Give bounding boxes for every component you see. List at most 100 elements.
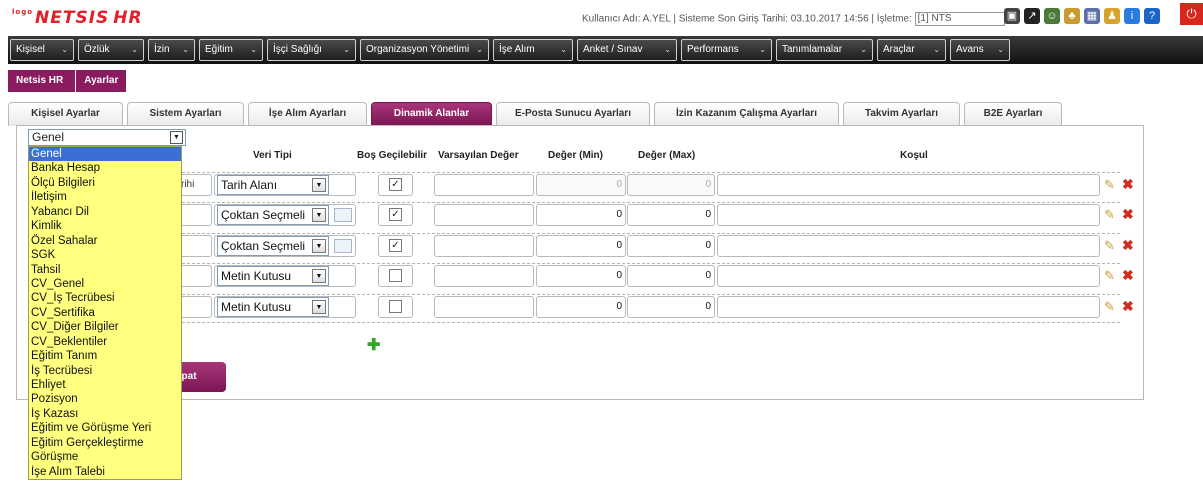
min-value-input[interactable]: 0	[536, 296, 626, 318]
chevron-down-icon[interactable]: ▼	[312, 300, 326, 314]
condition-input[interactable]	[717, 265, 1100, 287]
list-options-icon[interactable]	[334, 208, 352, 222]
edit-icon[interactable]: ✎	[1104, 268, 1115, 284]
dropdown-option[interactable]: İletişim	[29, 190, 181, 204]
tab-7[interactable]: B2E Ayarları	[964, 102, 1062, 126]
dropdown-option[interactable]: Pozisyon	[29, 392, 181, 406]
dropdown-option[interactable]: Özel Sahalar	[29, 234, 181, 248]
menu-item-7[interactable]: Anket / Sınav ⌄	[577, 39, 677, 61]
category-select[interactable]: Genel ▼	[28, 129, 186, 146]
chat-icon[interactable]: ☺	[1044, 8, 1060, 24]
nullable-checkbox[interactable]: ✓	[389, 178, 402, 191]
menu-item-4[interactable]: İşçi Sağlığı ⌄	[267, 39, 356, 61]
edit-icon[interactable]: ✎	[1104, 238, 1115, 254]
data-type-select[interactable]: Çoktan Seçmeli ▼	[217, 236, 329, 256]
chevron-down-icon[interactable]: ▼	[312, 239, 326, 253]
dropdown-option[interactable]: Ehliyet	[29, 378, 181, 392]
default-value-input[interactable]	[434, 235, 534, 257]
dropdown-option[interactable]: İş Kazası	[29, 407, 181, 421]
dropdown-option[interactable]: Görüşme	[29, 450, 181, 464]
condition-input[interactable]	[717, 296, 1100, 318]
chevron-down-icon[interactable]: ▼	[312, 269, 326, 283]
field-name-input[interactable]	[178, 235, 212, 257]
info-icon[interactable]: i	[1124, 8, 1140, 24]
menu-item-11[interactable]: Avans ⌄	[950, 39, 1010, 61]
condition-input[interactable]	[717, 174, 1100, 196]
edit-icon[interactable]: ✎	[1104, 299, 1115, 315]
nullable-checkbox[interactable]: ✓	[389, 208, 402, 221]
field-name-input[interactable]	[178, 204, 212, 226]
delete-icon[interactable]: ✖	[1122, 237, 1134, 254]
dropdown-option[interactable]: Eğitim Gerçekleştirme	[29, 436, 181, 450]
add-icon[interactable]: ✚	[367, 335, 380, 355]
power-icon[interactable]: ⏻	[1180, 3, 1203, 25]
external-link-icon[interactable]: ↗	[1024, 8, 1040, 24]
dropdown-option[interactable]: CV_Beklentiler	[29, 335, 181, 349]
edit-icon[interactable]: ✎	[1104, 177, 1115, 193]
chevron-down-icon[interactable]: ▼	[170, 131, 183, 144]
dropdown-option[interactable]: CV_İş Tecrübesi	[29, 291, 181, 305]
max-value-input[interactable]: 0	[627, 296, 715, 318]
dropdown-option[interactable]: SGK	[29, 248, 181, 262]
dropdown-option[interactable]: Kimlik	[29, 219, 181, 233]
field-name-input[interactable]	[178, 265, 212, 287]
menu-item-9[interactable]: Tanımlamalar ⌄	[776, 39, 873, 61]
data-type-select[interactable]: Tarih Alanı ▼	[217, 175, 329, 195]
data-type-select[interactable]: Metin Kutusu ▼	[217, 266, 329, 286]
nullable-checkbox[interactable]	[389, 269, 402, 282]
data-type-select[interactable]: Çoktan Seçmeli ▼	[217, 205, 329, 225]
company-select[interactable]: [1] NTS	[914, 12, 1005, 26]
max-value-input[interactable]: 0	[627, 235, 715, 257]
dropdown-option[interactable]: Eğitim ve Görüşme Yeri	[29, 421, 181, 435]
max-value-input[interactable]: 0	[627, 174, 715, 196]
default-value-input[interactable]	[434, 296, 534, 318]
dropdown-option[interactable]: Yabancı Dil	[29, 205, 181, 219]
dropdown-option[interactable]: CV_Diğer Bilgiler	[29, 320, 181, 334]
users-icon[interactable]: ♣	[1064, 8, 1080, 24]
min-value-input[interactable]: 0	[536, 265, 626, 287]
field-name-input[interactable]: rihi	[178, 174, 212, 196]
tab-2[interactable]: İşe Alım Ayarları	[248, 102, 367, 126]
dropdown-option[interactable]: CV_Sertifika	[29, 306, 181, 320]
data-type-select[interactable]: Metin Kutusu ▼	[217, 297, 329, 317]
tab-6[interactable]: Takvim Ayarları	[843, 102, 960, 126]
min-value-input[interactable]: 0	[536, 235, 626, 257]
nullable-checkbox[interactable]: ✓	[389, 239, 402, 252]
delete-icon[interactable]: ✖	[1122, 206, 1134, 223]
default-value-input[interactable]	[434, 265, 534, 287]
dropdown-option[interactable]: İş Tecrübesi	[29, 364, 181, 378]
delete-icon[interactable]: ✖	[1122, 298, 1134, 315]
window-icon[interactable]: ▣	[1004, 8, 1020, 24]
tab-0[interactable]: Kişisel Ayarlar	[8, 102, 123, 126]
menu-item-0[interactable]: Kişisel ⌄	[10, 39, 74, 61]
edit-icon[interactable]: ✎	[1104, 207, 1115, 223]
menu-item-10[interactable]: Araçlar ⌄	[877, 39, 946, 61]
calendar-icon[interactable]: ▦	[1084, 8, 1100, 24]
menu-item-8[interactable]: Performans ⌄	[681, 39, 772, 61]
condition-input[interactable]	[717, 235, 1100, 257]
max-value-input[interactable]: 0	[627, 204, 715, 226]
menu-item-5[interactable]: Organizasyon Yönetimi ⌄	[360, 39, 489, 61]
menu-item-2[interactable]: İzin ⌄	[148, 39, 195, 61]
default-value-input[interactable]	[434, 204, 534, 226]
tab-5[interactable]: İzin Kazanım Çalışma Ayarları	[654, 102, 839, 126]
max-value-input[interactable]: 0	[627, 265, 715, 287]
breadcrumb-home[interactable]: Netsis HR	[8, 70, 77, 92]
min-value-input[interactable]: 0	[536, 204, 626, 226]
help-icon[interactable]: ?	[1144, 8, 1160, 24]
menu-item-3[interactable]: Eğitim ⌄	[199, 39, 263, 61]
menu-item-6[interactable]: İşe Alım ⌄	[493, 39, 573, 61]
field-name-input[interactable]	[178, 296, 212, 318]
default-value-input[interactable]	[434, 174, 534, 196]
breadcrumb-current[interactable]: Ayarlar	[76, 70, 127, 92]
chevron-down-icon[interactable]: ▼	[312, 178, 326, 192]
min-value-input[interactable]: 0	[536, 174, 626, 196]
chevron-down-icon[interactable]: ▼	[312, 208, 326, 222]
delete-icon[interactable]: ✖	[1122, 176, 1134, 193]
dropdown-option[interactable]: Tahsil	[29, 263, 181, 277]
tab-3[interactable]: Dinamik Alanlar	[371, 102, 492, 126]
dropdown-option[interactable]: Eğitim Tanım	[29, 349, 181, 363]
dropdown-option[interactable]: Banka Hesap	[29, 161, 181, 175]
list-options-icon[interactable]	[334, 239, 352, 253]
tab-1[interactable]: Sistem Ayarları	[127, 102, 244, 126]
